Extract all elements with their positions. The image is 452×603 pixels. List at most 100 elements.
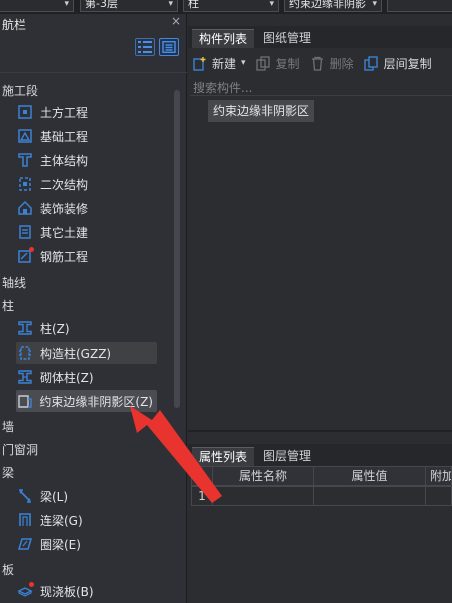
header-property-value: 属性值 xyxy=(314,466,426,486)
copy-label: 复制 xyxy=(275,56,300,71)
type-select[interactable]: 约束边缘非阴影 ▾ xyxy=(284,0,382,12)
category-select-value: 柱 xyxy=(188,0,199,10)
new-label: 新建 xyxy=(212,56,237,71)
component-toolbar: 新建 ▾ 复制 删除 层间复制 xyxy=(188,51,452,75)
nav-title: 航栏 xyxy=(2,18,27,32)
panel-splitter[interactable] xyxy=(188,430,452,432)
nav-item-cast-slab[interactable]: 现浇板(B) xyxy=(16,580,98,602)
nav-scrollbar[interactable] xyxy=(174,90,180,408)
beam-icon xyxy=(16,487,34,505)
nav-item-label: 构造柱(GZZ) xyxy=(40,346,112,361)
chevron-down-icon: ▾ xyxy=(372,0,377,9)
trash-icon xyxy=(310,55,326,71)
header-property-name: 属性名称 xyxy=(213,466,314,486)
group-slab[interactable]: 板 xyxy=(2,561,14,578)
nav-item-column[interactable]: 柱(Z) xyxy=(16,317,74,339)
nav-item-structural-column[interactable]: 构造柱(GZZ) xyxy=(16,342,157,364)
group-construction[interactable]: 施工段 xyxy=(2,82,38,99)
copy-button[interactable]: 复制 xyxy=(256,55,300,72)
table-header: 属性名称 属性值 附加 xyxy=(191,466,452,486)
delete-button[interactable]: 删除 xyxy=(310,55,354,72)
list-icon xyxy=(162,41,176,53)
structural-column-icon xyxy=(16,344,34,362)
nav-item-rebar[interactable]: 钢筋工程 xyxy=(16,245,92,267)
component-tabs: 构件列表 图纸管理 xyxy=(188,26,452,48)
chevron-down-icon: ▾ xyxy=(168,0,173,9)
coupling-beam-icon xyxy=(16,511,34,529)
type-select-value: 约束边缘非阴影 xyxy=(289,0,366,10)
nav-item-earthwork[interactable]: 土方工程 xyxy=(16,101,92,123)
nav-separator xyxy=(0,72,187,73)
nav-item-label: 连梁(G) xyxy=(40,513,83,528)
nav-item-label: 约束边缘非阴影区(Z) xyxy=(39,394,153,409)
nav-item-label: 柱(Z) xyxy=(40,321,70,336)
nav-item-decoration[interactable]: 装饰装修 xyxy=(16,197,92,219)
secondary-structure-icon xyxy=(16,175,34,193)
main-structure-icon xyxy=(16,151,34,169)
group-beam[interactable]: 梁 xyxy=(2,464,14,481)
tree-view-button[interactable] xyxy=(135,38,155,56)
masonry-column-icon xyxy=(16,368,34,386)
nav-item-label: 现浇板(B) xyxy=(40,584,94,599)
new-button[interactable]: 新建 ▾ xyxy=(192,55,246,72)
unknown-select[interactable]: ▾ xyxy=(0,0,74,12)
property-table: 属性名称 属性值 附加 1 xyxy=(191,466,452,506)
header-index xyxy=(191,466,213,486)
delete-label: 删除 xyxy=(329,56,354,71)
column-icon xyxy=(16,319,34,337)
decoration-icon xyxy=(16,199,34,217)
tab-component-list[interactable]: 构件列表 xyxy=(192,29,255,48)
group-door-window[interactable]: 门窗洞 xyxy=(2,441,38,458)
nav-item-coupling-beam[interactable]: 连梁(G) xyxy=(16,509,87,531)
nav-item-label: 基础工程 xyxy=(40,129,89,144)
category-select[interactable]: 柱 ▾ xyxy=(183,0,279,12)
component-search-input[interactable]: 搜索构件... xyxy=(193,79,448,96)
nav-item-foundation[interactable]: 基础工程 xyxy=(16,125,92,147)
view-toggle-group xyxy=(135,38,179,56)
extra-select[interactable] xyxy=(387,0,452,12)
floor-copy-button[interactable]: 层间复制 xyxy=(364,55,432,72)
row-extra[interactable] xyxy=(426,486,452,506)
table-row[interactable]: 1 xyxy=(191,486,452,506)
nav-item-label: 其它土建 xyxy=(40,225,89,240)
nav-item-constraint-edge-column[interactable]: 约束边缘非阴影区(Z) xyxy=(16,390,157,412)
top-toolbar: ▾ 第-3层 ▾ 柱 ▾ 约束边缘非阴影 ▾ xyxy=(0,0,452,14)
other-civil-icon xyxy=(16,223,34,241)
row-property-name[interactable] xyxy=(213,486,314,506)
rebar-icon xyxy=(16,247,34,265)
nav-item-label: 圈梁(E) xyxy=(40,537,81,552)
constraint-edge-icon xyxy=(16,392,33,410)
nav-item-label: 砌体柱(Z) xyxy=(40,370,94,385)
group-wall[interactable]: 墙 xyxy=(2,418,14,435)
list-view-button[interactable] xyxy=(159,38,179,56)
floor-select[interactable]: 第-3层 ▾ xyxy=(80,0,178,12)
ring-beam-icon xyxy=(16,535,34,553)
nav-item-label: 钢筋工程 xyxy=(40,249,89,264)
nav-item-label: 土方工程 xyxy=(40,105,89,120)
chevron-down-icon: ▾ xyxy=(64,0,69,9)
nav-item-secondary-structure[interactable]: 二次结构 xyxy=(16,173,92,195)
nav-item-masonry-column[interactable]: 砌体柱(Z) xyxy=(16,366,98,388)
nav-item-main-structure[interactable]: 主体结构 xyxy=(16,149,92,171)
group-axis[interactable]: 轴线 xyxy=(2,274,26,291)
list-tree-icon xyxy=(138,41,152,53)
nav-item-ring-beam[interactable]: 圈梁(E) xyxy=(16,533,85,555)
chevron-down-icon[interactable]: ▾ xyxy=(241,58,246,68)
search-divider xyxy=(190,95,452,96)
tab-layer-management[interactable]: 图层管理 xyxy=(256,447,318,466)
tab-property-list[interactable]: 属性列表 xyxy=(192,447,255,466)
earthwork-icon xyxy=(16,103,34,121)
property-tabs: 属性列表 图层管理 xyxy=(188,444,452,466)
copy-icon xyxy=(256,55,272,71)
component-list-item[interactable]: 约束边缘非阴影区 xyxy=(208,100,315,122)
header-extra: 附加 xyxy=(426,466,452,486)
group-column[interactable]: 柱 xyxy=(2,297,14,314)
nav-item-label: 装饰装修 xyxy=(40,201,89,216)
nav-item-other-civil[interactable]: 其它土建 xyxy=(16,221,92,243)
tab-drawing-management[interactable]: 图纸管理 xyxy=(256,29,318,48)
chevron-down-icon: ▾ xyxy=(269,0,274,9)
notification-dot xyxy=(29,247,34,252)
nav-item-beam[interactable]: 梁(L) xyxy=(16,485,72,507)
row-property-value[interactable] xyxy=(314,486,426,506)
nav-item-label: 主体结构 xyxy=(40,153,89,168)
